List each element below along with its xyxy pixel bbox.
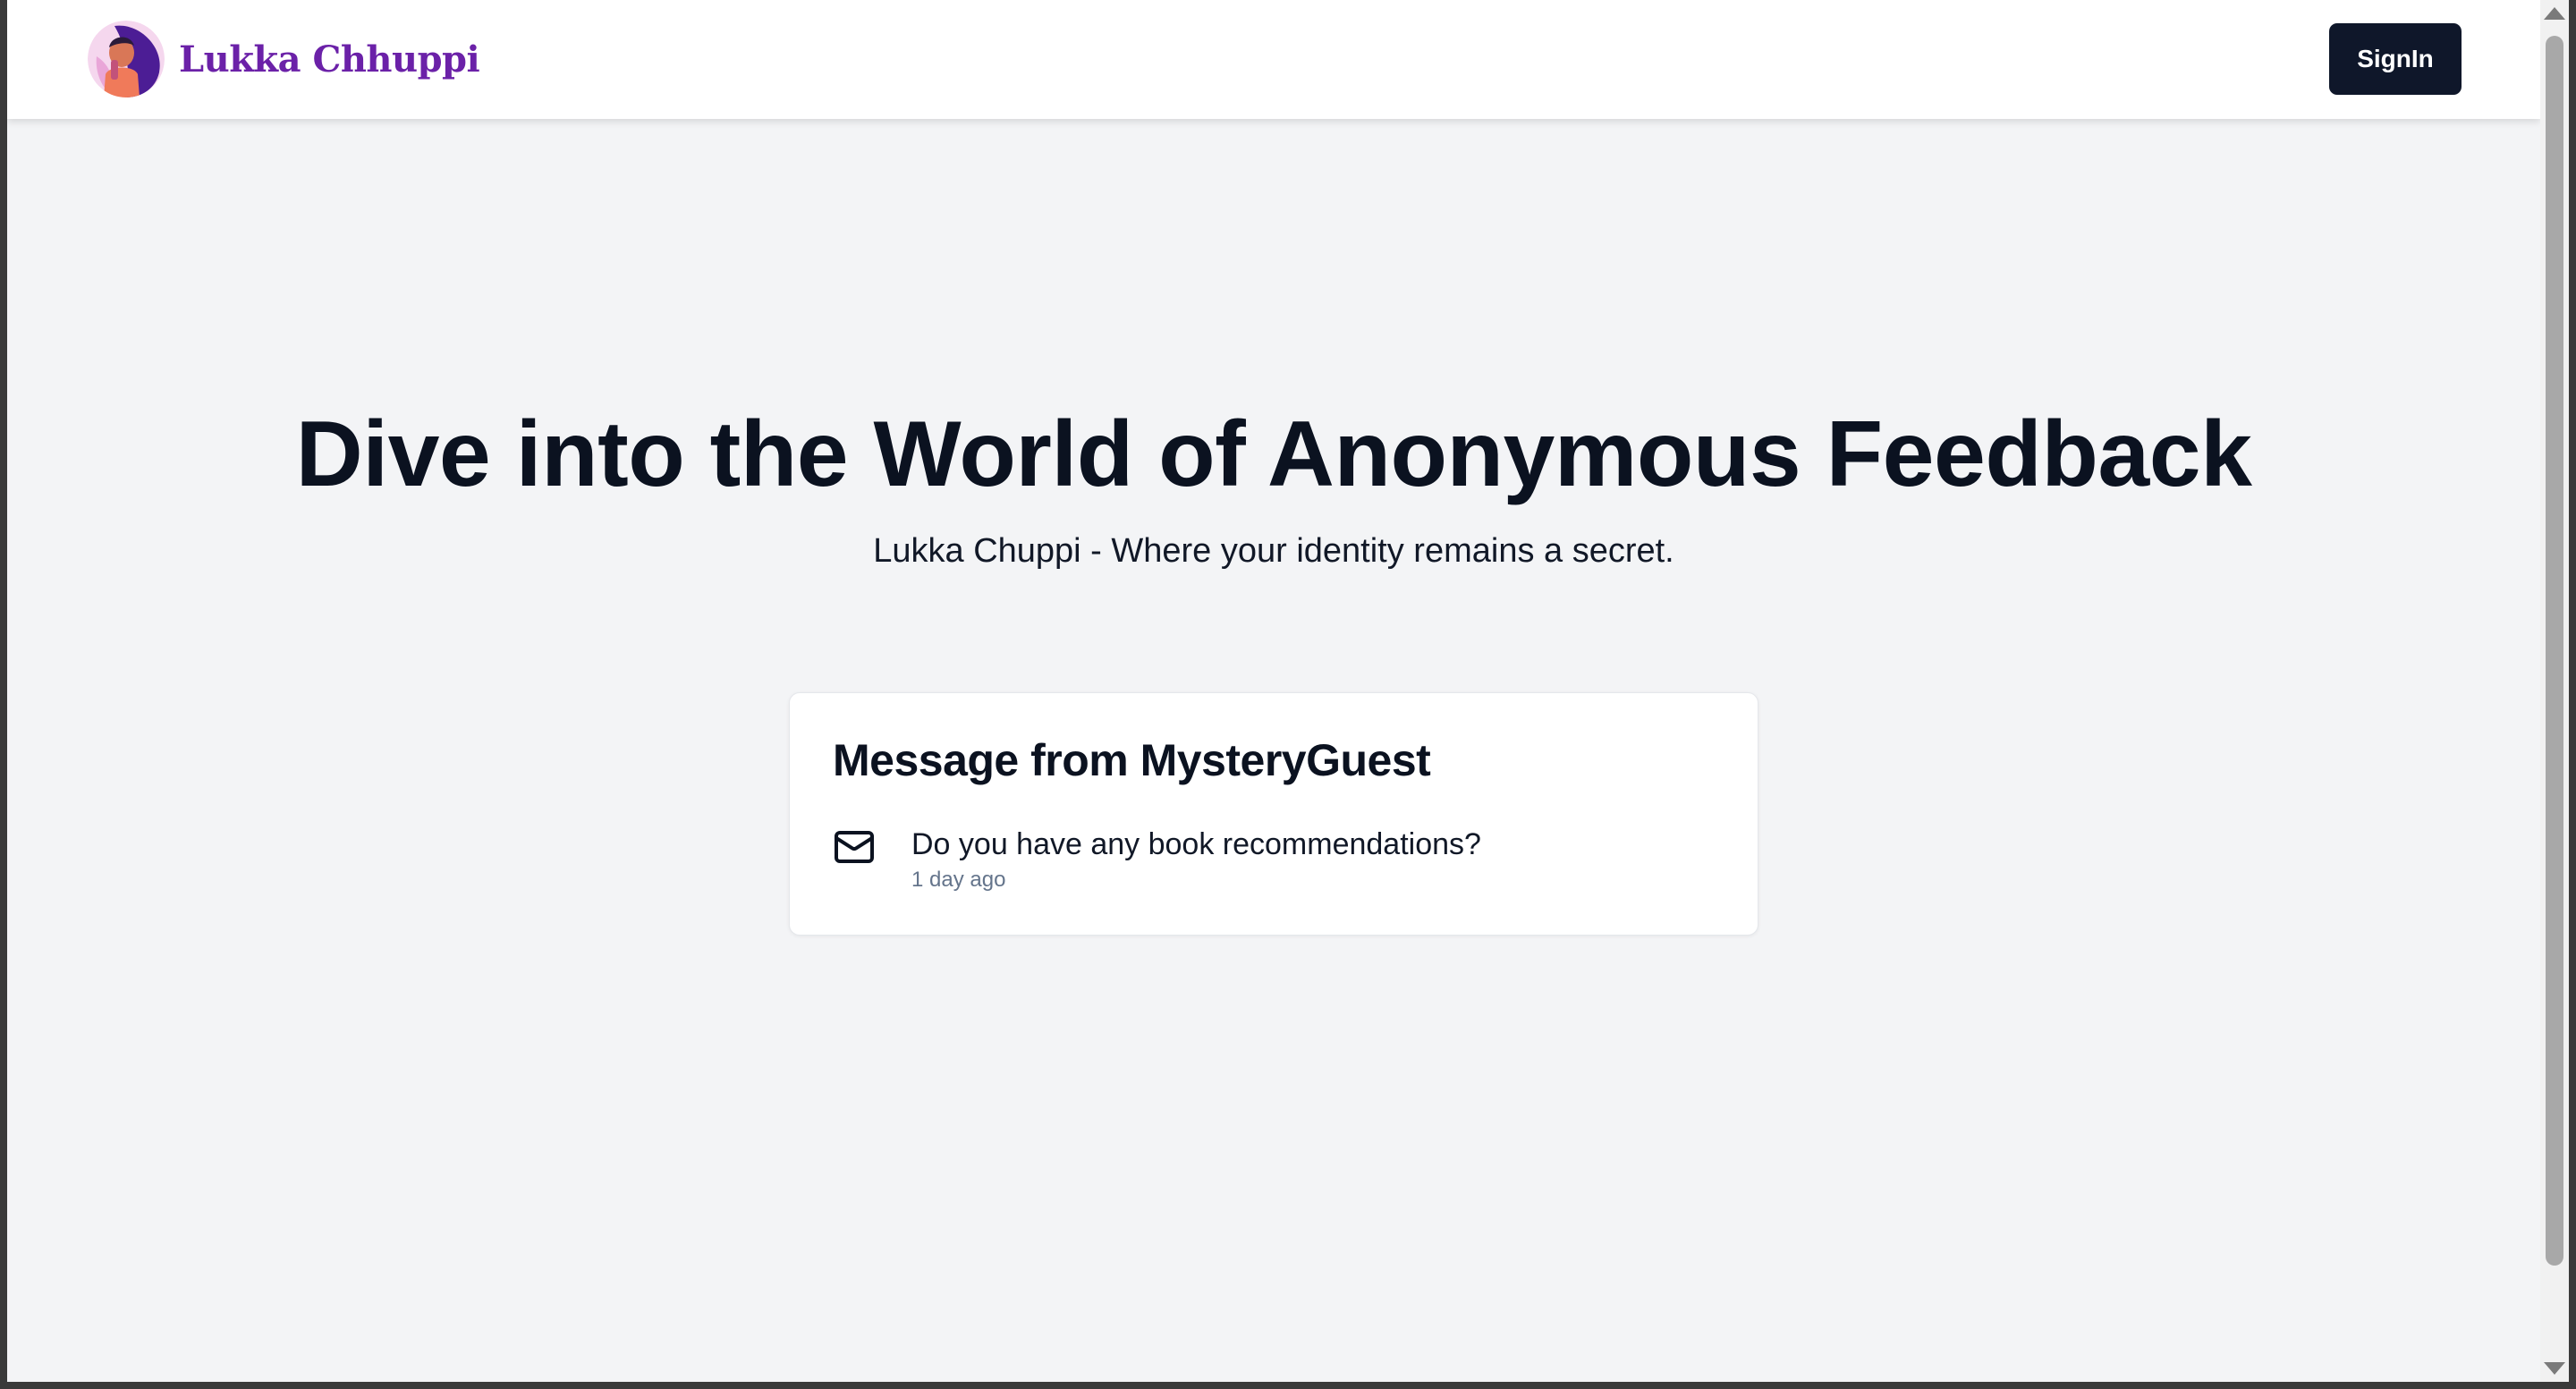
signin-button[interactable]: SignIn xyxy=(2329,23,2462,95)
scroll-down-arrow-icon[interactable] xyxy=(2544,1362,2565,1375)
vertical-scrollbar[interactable] xyxy=(2540,0,2569,1382)
mail-icon xyxy=(833,826,876,868)
brand[interactable]: Lukka Chhuppi xyxy=(88,20,480,98)
navbar: Lukka Chhuppi SignIn xyxy=(7,0,2540,119)
message-timestamp: 1 day ago xyxy=(911,868,1006,892)
brand-name: Lukka Chhuppi xyxy=(179,38,480,80)
scrollbar-thumb[interactable] xyxy=(2546,36,2563,1266)
hero-title: Dive into the World of Anonymous Feedbac… xyxy=(295,402,2252,506)
message-card-title: Message from MysteryGuest xyxy=(833,735,1431,785)
scroll-up-arrow-icon[interactable] xyxy=(2544,7,2565,20)
page-viewport: Lukka Chhuppi SignIn Dive into the World… xyxy=(7,0,2540,1382)
message-card: Message from MysteryGuest Do you have an… xyxy=(789,692,1758,936)
message-text: Do you have any book recommendations? xyxy=(911,827,1481,861)
hero-subtitle: Lukka Chuppi - Where your identity remai… xyxy=(873,532,1674,570)
logo-image xyxy=(88,21,165,97)
